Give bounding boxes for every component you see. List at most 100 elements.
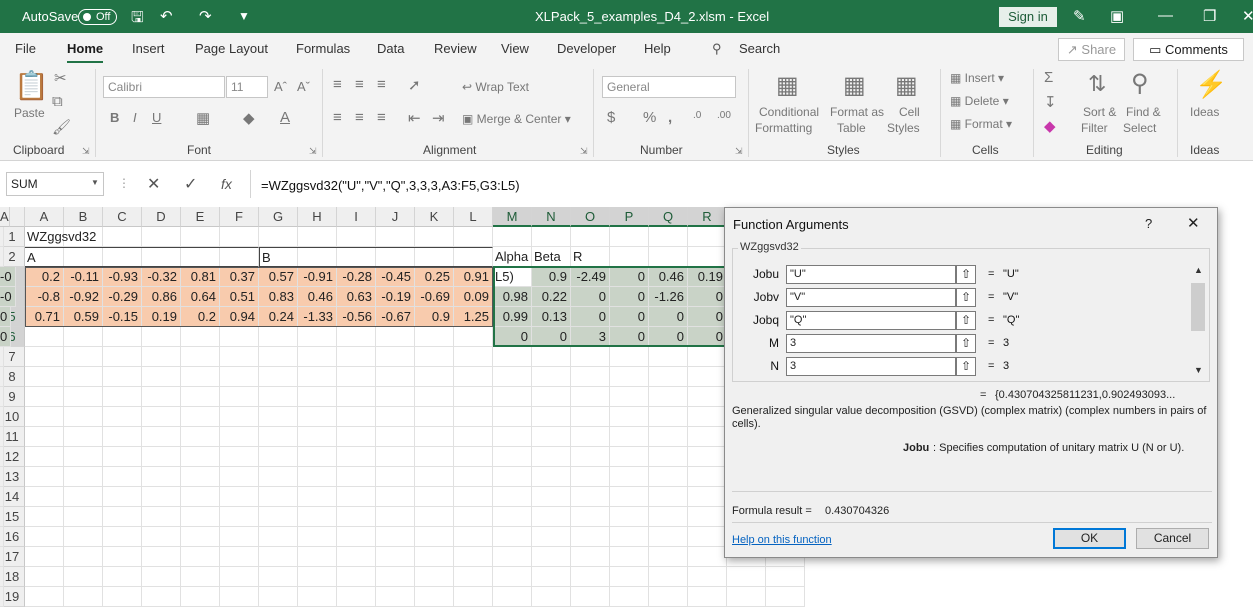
cell[interactable] <box>64 367 103 387</box>
cell[interactable] <box>454 467 493 487</box>
column-header[interactable]: Q <box>649 207 688 227</box>
cell[interactable] <box>454 487 493 507</box>
cell[interactable]: 0 <box>649 307 688 327</box>
cell[interactable] <box>688 587 727 607</box>
conditional-formatting-label-2[interactable]: Formatting <box>755 121 812 135</box>
collapse-dialog-icon[interactable]: ⇧ <box>956 334 976 353</box>
cell[interactable] <box>415 547 454 567</box>
cell-styles-label-2[interactable]: Styles <box>887 121 920 135</box>
cell[interactable] <box>103 347 142 367</box>
cell[interactable] <box>688 227 727 247</box>
cell[interactable] <box>181 567 220 587</box>
cell[interactable] <box>415 587 454 607</box>
cell[interactable] <box>415 527 454 547</box>
undo-icon[interactable]: ↶ <box>160 7 173 25</box>
cell[interactable] <box>0 507 4 527</box>
cell[interactable] <box>337 527 376 547</box>
share-button[interactable]: ↗ Share <box>1058 38 1125 61</box>
close-icon[interactable]: ✕ <box>1187 214 1200 232</box>
cell[interactable] <box>25 347 64 367</box>
cell[interactable] <box>376 347 415 367</box>
cell[interactable]: -0.19 <box>376 287 415 307</box>
cell[interactable] <box>376 367 415 387</box>
save-icon[interactable]: 🖫 <box>131 7 144 32</box>
cell[interactable] <box>649 387 688 407</box>
cell[interactable] <box>298 527 337 547</box>
cell[interactable] <box>103 327 142 347</box>
cell[interactable] <box>142 487 181 507</box>
cell[interactable] <box>610 407 649 427</box>
cell[interactable] <box>532 347 571 367</box>
cell[interactable] <box>493 227 532 247</box>
find-select-label-1[interactable]: Find & <box>1126 105 1161 119</box>
column-header[interactable]: M <box>493 207 532 227</box>
cell[interactable] <box>220 447 259 467</box>
cell[interactable] <box>415 407 454 427</box>
cell[interactable] <box>337 547 376 567</box>
cell[interactable]: 0.46 <box>298 287 337 307</box>
cell[interactable]: -0.91 <box>298 267 337 287</box>
argument-input[interactable]: 3 <box>786 334 956 353</box>
cell[interactable] <box>103 427 142 447</box>
cell[interactable] <box>376 447 415 467</box>
cell[interactable]: -0 <box>0 287 16 307</box>
cell[interactable] <box>415 347 454 367</box>
redo-icon[interactable]: ↷ <box>199 7 212 25</box>
cell[interactable] <box>688 367 727 387</box>
cell[interactable] <box>142 467 181 487</box>
cell[interactable] <box>610 567 649 587</box>
cell[interactable] <box>25 567 64 587</box>
cell[interactable] <box>64 587 103 607</box>
ideas-icon[interactable]: ⚡ <box>1195 69 1227 100</box>
cell[interactable] <box>727 587 766 607</box>
cell[interactable]: 0.24 <box>259 307 298 327</box>
cell[interactable]: 0.37 <box>220 267 259 287</box>
cell[interactable] <box>493 427 532 447</box>
cell[interactable]: 0.19 <box>688 267 727 287</box>
cell[interactable] <box>298 547 337 567</box>
cell[interactable] <box>142 227 181 247</box>
cell[interactable] <box>493 567 532 587</box>
cancel-entry-icon[interactable]: ✕ <box>147 174 160 194</box>
cell[interactable] <box>64 407 103 427</box>
cell[interactable] <box>142 567 181 587</box>
cell[interactable] <box>532 227 571 247</box>
cell[interactable] <box>64 447 103 467</box>
cell[interactable] <box>25 467 64 487</box>
cell[interactable] <box>688 527 727 547</box>
search-box[interactable]: Search <box>739 41 780 56</box>
argument-input[interactable]: "V" <box>786 288 956 307</box>
cell[interactable] <box>649 587 688 607</box>
cell[interactable] <box>0 227 4 247</box>
cell[interactable] <box>142 387 181 407</box>
cell[interactable] <box>103 527 142 547</box>
cell[interactable] <box>454 587 493 607</box>
cell[interactable]: -2.49 <box>571 267 610 287</box>
cell[interactable]: 0.57 <box>259 267 298 287</box>
cell[interactable] <box>493 547 532 567</box>
column-header[interactable]: H <box>298 207 337 227</box>
cell[interactable] <box>376 547 415 567</box>
cell[interactable] <box>337 407 376 427</box>
cell[interactable] <box>25 407 64 427</box>
cell[interactable] <box>25 527 64 547</box>
conditional-formatting-label-1[interactable]: Conditional <box>759 105 819 119</box>
cell[interactable] <box>337 467 376 487</box>
cell[interactable]: 0.99 <box>493 307 532 327</box>
cell[interactable] <box>571 487 610 507</box>
cell[interactable] <box>610 367 649 387</box>
cell[interactable] <box>649 367 688 387</box>
cell[interactable] <box>298 427 337 447</box>
cell[interactable] <box>415 487 454 507</box>
cell[interactable]: -0.8 <box>25 287 64 307</box>
cell[interactable] <box>181 467 220 487</box>
cell[interactable] <box>415 367 454 387</box>
cell[interactable] <box>649 347 688 367</box>
cell[interactable] <box>571 467 610 487</box>
cell[interactable] <box>64 387 103 407</box>
tab-help[interactable]: Help <box>644 41 671 56</box>
cell[interactable]: -1.26 <box>649 287 688 307</box>
font-name-dropdown[interactable]: Calibri <box>103 76 225 98</box>
cell[interactable] <box>376 327 415 347</box>
cell[interactable] <box>181 427 220 447</box>
